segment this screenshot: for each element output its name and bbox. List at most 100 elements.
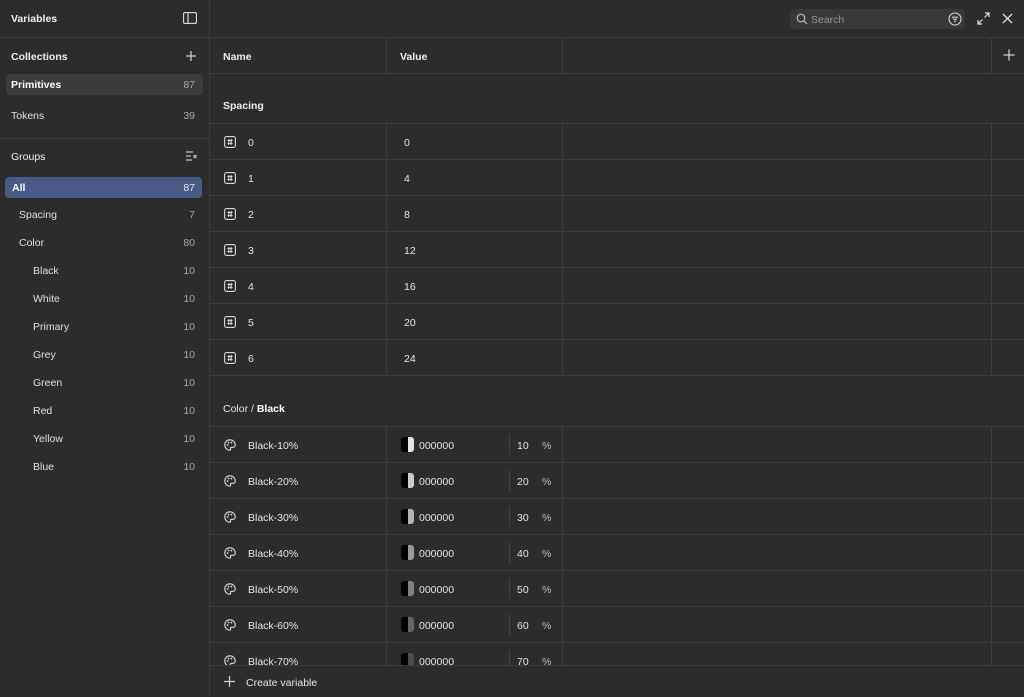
number-variable-icon xyxy=(224,136,236,148)
sidebar-toggle-icon[interactable] xyxy=(183,12,197,24)
palette-icon xyxy=(224,619,236,631)
variable-value[interactable]: 12 xyxy=(404,245,416,257)
opacity-unit: % xyxy=(542,656,551,665)
table-row[interactable]: Black-40% 000000 40 % xyxy=(210,535,1024,571)
opacity-value[interactable]: 70 xyxy=(517,656,529,665)
color-swatch[interactable] xyxy=(401,473,414,488)
table-row[interactable]: 0 0 xyxy=(210,124,1024,160)
group-heading-name: Black xyxy=(257,403,285,415)
create-variable-button[interactable]: Create variable xyxy=(210,665,1024,697)
filter-icon[interactable] xyxy=(948,12,962,26)
variable-name: 4 xyxy=(248,281,254,293)
collections-header: Collections xyxy=(0,38,209,74)
group-item-green[interactable]: Green 10 xyxy=(0,369,209,397)
expand-icon[interactable] xyxy=(977,12,990,25)
collection-item-tokens[interactable]: Tokens 39 xyxy=(0,102,209,130)
group-count: 10 xyxy=(183,433,195,445)
table-row[interactable]: 1 4 xyxy=(210,160,1024,196)
table-header: Name Value xyxy=(210,38,1024,74)
collections-section: Collections Primitives 87 Tokens 39 xyxy=(0,38,209,130)
opacity-unit: % xyxy=(542,548,551,560)
plus-icon xyxy=(223,675,236,688)
group-item-primary[interactable]: Primary 10 xyxy=(0,313,209,341)
group-item-grey[interactable]: Grey 10 xyxy=(0,341,209,369)
group-count: 10 xyxy=(183,265,195,277)
opacity-value[interactable]: 10 xyxy=(517,440,529,452)
opacity-value[interactable]: 50 xyxy=(517,584,529,596)
hex-value[interactable]: 000000 xyxy=(419,440,454,452)
group-item-blue[interactable]: Blue 10 xyxy=(0,453,209,481)
variable-value[interactable]: 24 xyxy=(404,353,416,365)
add-collection-icon[interactable] xyxy=(184,49,198,63)
group-count: 87 xyxy=(183,182,195,194)
hex-value[interactable]: 000000 xyxy=(419,620,454,632)
table-row[interactable]: 3 12 xyxy=(210,232,1024,268)
group-count: 10 xyxy=(183,405,195,417)
search-field[interactable]: Search xyxy=(790,9,965,29)
variable-value[interactable]: 8 xyxy=(404,209,410,221)
group-label: Green xyxy=(33,377,62,389)
opacity-value[interactable]: 30 xyxy=(517,512,529,524)
group-item-yellow[interactable]: Yellow 10 xyxy=(0,425,209,453)
hex-value[interactable]: 000000 xyxy=(419,476,454,488)
group-count: 7 xyxy=(189,209,195,221)
collection-item-primitives[interactable]: Primitives 87 xyxy=(6,74,203,95)
variable-name: Black-10% xyxy=(248,440,298,452)
group-item-black[interactable]: Black 10 xyxy=(0,257,209,285)
variable-name: Black-60% xyxy=(248,620,298,632)
group-item-color[interactable]: Color 80 xyxy=(0,229,209,257)
variable-value[interactable]: 0 xyxy=(404,137,410,149)
sidebar: Variables Collections Primitives 87 Toke… xyxy=(0,0,210,696)
variable-name: Black-70% xyxy=(248,656,298,665)
group-count: 10 xyxy=(183,321,195,333)
table-row[interactable]: 4 16 xyxy=(210,268,1024,304)
opacity-value[interactable]: 40 xyxy=(517,548,529,560)
add-mode-icon[interactable] xyxy=(1002,48,1016,62)
table-row[interactable]: 5 20 xyxy=(210,304,1024,340)
groups-section: Groups All 87 Spacing 7 Color 80 Black 1… xyxy=(0,139,209,481)
group-item-spacing[interactable]: Spacing 7 xyxy=(0,201,209,229)
group-label: All xyxy=(12,182,25,194)
hex-value[interactable]: 000000 xyxy=(419,656,454,665)
color-swatch[interactable] xyxy=(401,617,414,632)
variable-name: 5 xyxy=(248,317,254,329)
group-item-all[interactable]: All 87 xyxy=(5,177,202,198)
groups-header: Groups xyxy=(0,139,209,177)
create-variable-label: Create variable xyxy=(246,677,317,689)
color-swatch[interactable] xyxy=(401,653,414,665)
hex-value[interactable]: 000000 xyxy=(419,512,454,524)
column-divider xyxy=(991,38,992,73)
table-row[interactable]: 6 24 xyxy=(210,340,1024,376)
variable-value[interactable]: 20 xyxy=(404,317,416,329)
palette-icon xyxy=(224,475,236,487)
group-sort-icon[interactable] xyxy=(184,149,198,163)
opacity-value[interactable]: 20 xyxy=(517,476,529,488)
table-row[interactable]: 2 8 xyxy=(210,196,1024,232)
variable-value[interactable]: 16 xyxy=(404,281,416,293)
column-name-header: Name xyxy=(223,51,252,63)
table-row[interactable]: Black-60% 000000 60 % xyxy=(210,607,1024,643)
variable-value[interactable]: 4 xyxy=(404,173,410,185)
color-swatch[interactable] xyxy=(401,437,414,452)
hex-value[interactable]: 000000 xyxy=(419,584,454,596)
search-input[interactable]: Search xyxy=(811,14,844,26)
group-item-red[interactable]: Red 10 xyxy=(0,397,209,425)
variable-name: Black-50% xyxy=(248,584,298,596)
color-swatch[interactable] xyxy=(401,509,414,524)
hex-value[interactable]: 000000 xyxy=(419,548,454,560)
opacity-value[interactable]: 60 xyxy=(517,620,529,632)
collection-label: Tokens xyxy=(11,110,44,122)
group-heading-label: Spacing xyxy=(223,100,264,112)
close-icon[interactable] xyxy=(1001,12,1014,25)
table-row[interactable]: Black-20% 000000 20 % xyxy=(210,463,1024,499)
variable-name: 2 xyxy=(248,209,254,221)
table-row[interactable]: Black-70% 000000 70 % xyxy=(210,643,1024,665)
group-item-white[interactable]: White 10 xyxy=(0,285,209,313)
color-swatch[interactable] xyxy=(401,545,414,560)
table-row[interactable]: Black-50% 000000 50 % xyxy=(210,571,1024,607)
color-swatch[interactable] xyxy=(401,581,414,596)
top-toolbar: Search xyxy=(210,3,1024,38)
variable-name: 6 xyxy=(248,353,254,365)
table-row[interactable]: Black-30% 000000 30 % xyxy=(210,499,1024,535)
table-row[interactable]: Black-10% 000000 10 % xyxy=(210,427,1024,463)
